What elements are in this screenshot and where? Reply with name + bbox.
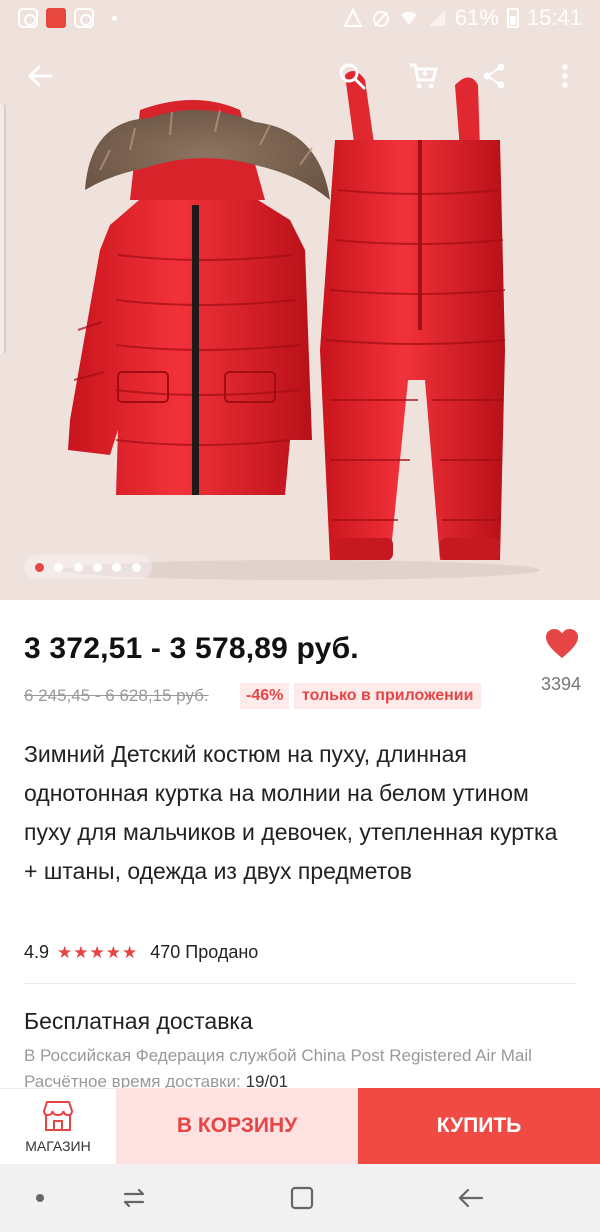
back-nav-button[interactable] xyxy=(450,1178,490,1218)
wifi-icon xyxy=(400,11,417,25)
wishlist-count: 3394 xyxy=(540,674,582,694)
shipping-description: В Российская Федерация службой China Pos… xyxy=(24,1046,532,1065)
carousel-dot[interactable] xyxy=(35,562,45,572)
status-bar: 61% 15:41 xyxy=(0,0,600,36)
carousel-dot[interactable] xyxy=(112,562,122,572)
share-button[interactable] xyxy=(474,56,514,96)
carousel-dot[interactable] xyxy=(54,562,64,572)
home-icon xyxy=(290,1186,314,1210)
back-arrow-icon xyxy=(27,65,53,87)
product-image[interactable]: 61% 15:41 xyxy=(0,0,600,600)
top-action-bar xyxy=(0,48,600,104)
search-button[interactable] xyxy=(332,56,372,96)
more-vertical-icon xyxy=(562,64,568,88)
instagram-icon xyxy=(74,8,94,28)
carousel-dot[interactable] xyxy=(131,562,141,572)
battery-percent: 61% xyxy=(454,5,499,30)
search-icon xyxy=(339,63,366,90)
add-to-cart-button[interactable]: В КОРЗИНУ xyxy=(116,1088,358,1164)
carousel-dot[interactable] xyxy=(93,562,103,572)
heart-icon xyxy=(546,629,578,658)
shipping-title[interactable]: Бесплатная доставка xyxy=(24,1008,253,1035)
share-icon xyxy=(483,63,505,89)
rating-value: 4.9 xyxy=(24,942,50,962)
bottom-action-bar: МАГАЗИН В КОРЗИНУ КУПИТЬ xyxy=(0,1088,600,1164)
more-button[interactable] xyxy=(545,56,585,96)
home-button[interactable] xyxy=(282,1178,322,1218)
nav-dot-button[interactable] xyxy=(20,1178,60,1218)
cart-icon xyxy=(410,63,438,89)
rating-row[interactable]: 4.9 ★★★★★ 470 Продано xyxy=(24,942,258,963)
discount-badge: -46% xyxy=(240,683,290,709)
app-only-badge: только в приложении xyxy=(294,683,482,709)
data-saver-icon xyxy=(343,8,363,27)
instagram-icon xyxy=(18,8,38,28)
old-price: 6 245,45 - 6 628,15 руб. xyxy=(24,686,209,705)
star-rating-icon: ★★★★★ xyxy=(57,942,139,962)
wishlist-button[interactable] xyxy=(538,628,586,660)
carousel-dot[interactable] xyxy=(73,562,83,572)
dot-icon xyxy=(112,15,117,21)
store-button[interactable]: МАГАЗИН xyxy=(0,1088,116,1164)
aliexpress-icon xyxy=(46,8,66,28)
recents-button[interactable] xyxy=(114,1178,154,1218)
product-title: Зимний Детский костюм на пуху, длинная о… xyxy=(24,741,558,884)
status-time: 15:41 xyxy=(526,5,582,30)
no-signal-icon xyxy=(372,11,389,27)
sold-count: 470 Продано xyxy=(150,942,259,962)
store-icon xyxy=(42,1100,74,1131)
price-range: 3 372,51 - 3 578,89 руб. xyxy=(24,632,359,665)
back-nav-icon xyxy=(458,1188,484,1208)
back-button[interactable] xyxy=(20,56,60,96)
buy-now-button[interactable]: КУПИТЬ xyxy=(358,1088,600,1164)
cart-button[interactable] xyxy=(403,56,443,96)
store-label: МАГАЗИН xyxy=(25,1137,91,1154)
signal-icon xyxy=(428,10,445,26)
image-edge-handle xyxy=(0,104,6,354)
dot-icon xyxy=(36,1194,44,1202)
carousel-indicator[interactable] xyxy=(24,555,152,579)
recents-icon xyxy=(123,1188,145,1208)
battery-icon xyxy=(506,8,519,28)
divider xyxy=(24,983,576,984)
system-nav-bar xyxy=(0,1164,600,1232)
